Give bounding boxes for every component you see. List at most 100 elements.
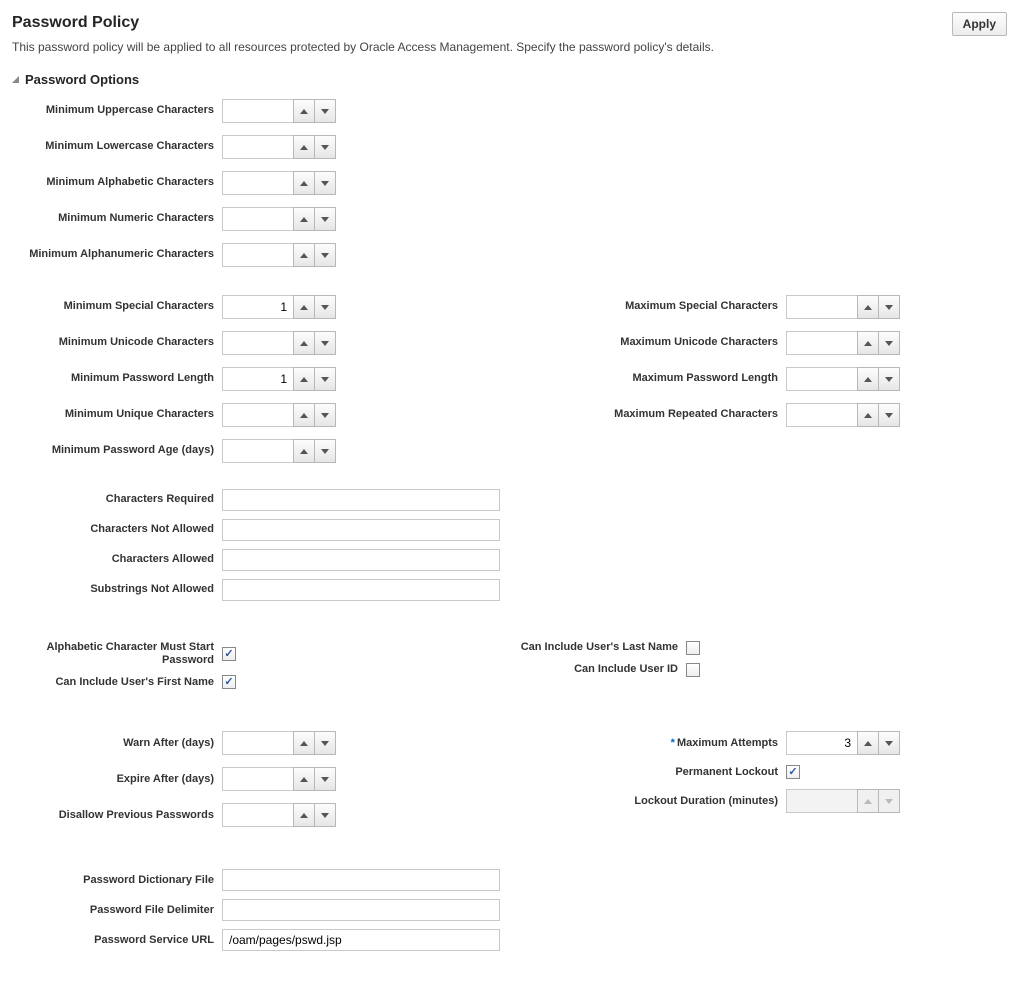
chevron-down-icon[interactable] (314, 803, 336, 827)
spinner-max-special[interactable] (786, 295, 900, 319)
spinner-min-unicode[interactable] (222, 331, 336, 355)
spinner-min-special[interactable] (222, 295, 336, 319)
spinner-min-alnum[interactable] (222, 243, 336, 267)
chevron-up-icon[interactable] (857, 331, 879, 355)
spinner-warn-after[interactable] (222, 731, 336, 755)
chevron-down-icon[interactable] (314, 295, 336, 319)
spinner-min-lowercase[interactable] (222, 135, 336, 159)
chevron-up-icon[interactable] (857, 731, 879, 755)
min-special-input[interactable] (222, 295, 294, 319)
chevron-up-icon[interactable] (293, 367, 315, 391)
spinner-expire-after[interactable] (222, 767, 336, 791)
chevron-up-icon[interactable] (293, 207, 315, 231)
chevron-down-icon[interactable] (314, 135, 336, 159)
apply-button[interactable]: Apply (952, 12, 1007, 36)
chars-required-input[interactable] (222, 489, 500, 511)
chevron-down-icon[interactable] (314, 767, 336, 791)
spinner-min-unique[interactable] (222, 403, 336, 427)
chevron-up-icon[interactable] (293, 403, 315, 427)
chevron-up-icon[interactable] (293, 171, 315, 195)
label-max-special: Maximum Special Characters (486, 300, 786, 313)
disallow-previous-input[interactable] (222, 803, 294, 827)
max-length-input[interactable] (786, 367, 858, 391)
file-delimiter-input[interactable] (222, 899, 500, 921)
label-max-attempts: *Maximum Attempts (486, 737, 786, 750)
section-password-options[interactable]: Password Options (12, 72, 1007, 87)
spinner-max-length[interactable] (786, 367, 900, 391)
min-lowercase-input[interactable] (222, 135, 294, 159)
chevron-up-icon[interactable] (293, 331, 315, 355)
label-service-url: Password Service URL (12, 934, 222, 947)
expire-after-input[interactable] (222, 767, 294, 791)
label-expire-after: Expire After (days) (12, 773, 222, 786)
spinner-lockout-duration (786, 789, 900, 813)
chevron-up-icon[interactable] (293, 99, 315, 123)
min-unicode-input[interactable] (222, 331, 294, 355)
chevron-up-icon[interactable] (293, 295, 315, 319)
chevron-down-icon[interactable] (878, 295, 900, 319)
min-uppercase-input[interactable] (222, 99, 294, 123)
max-repeated-input[interactable] (786, 403, 858, 427)
label-max-unicode: Maximum Unicode Characters (486, 336, 786, 349)
min-age-input[interactable] (222, 439, 294, 463)
chevron-up-icon[interactable] (857, 403, 879, 427)
label-dictionary-file: Password Dictionary File (12, 874, 222, 887)
spinner-min-uppercase[interactable] (222, 99, 336, 123)
warn-after-input[interactable] (222, 731, 294, 755)
spinner-max-unicode[interactable] (786, 331, 900, 355)
chevron-up-icon[interactable] (293, 135, 315, 159)
chevron-down-icon[interactable] (314, 367, 336, 391)
chevron-up-icon[interactable] (293, 803, 315, 827)
spinner-min-length[interactable] (222, 367, 336, 391)
chevron-down-icon[interactable] (878, 403, 900, 427)
can-include-last-name-checkbox[interactable] (686, 641, 700, 655)
chevron-up-icon[interactable] (293, 243, 315, 267)
min-unique-input[interactable] (222, 403, 294, 427)
chars-allowed-input[interactable] (222, 549, 500, 571)
permanent-lockout-checkbox[interactable] (786, 765, 800, 779)
label-alpha-must-start: Alphabetic Character Must Start Password (12, 641, 222, 667)
spinner-min-alpha[interactable] (222, 171, 336, 195)
chevron-up-icon[interactable] (857, 367, 879, 391)
min-alnum-input[interactable] (222, 243, 294, 267)
spinner-min-numeric[interactable] (222, 207, 336, 231)
chevron-down-icon[interactable] (314, 207, 336, 231)
max-unicode-input[interactable] (786, 331, 858, 355)
dictionary-file-input[interactable] (222, 869, 500, 891)
chevron-down-icon[interactable] (314, 731, 336, 755)
can-include-user-id-checkbox[interactable] (686, 663, 700, 677)
chevron-down-icon[interactable] (314, 331, 336, 355)
label-min-unique: Minimum Unique Characters (12, 408, 222, 421)
chevron-up-icon (857, 789, 879, 813)
label-min-lowercase: Minimum Lowercase Characters (12, 140, 222, 153)
max-special-input[interactable] (786, 295, 858, 319)
chars-not-allowed-input[interactable] (222, 519, 500, 541)
label-min-length: Minimum Password Length (12, 372, 222, 385)
chevron-up-icon[interactable] (293, 731, 315, 755)
chevron-up-icon[interactable] (857, 295, 879, 319)
spinner-min-age[interactable] (222, 439, 336, 463)
service-url-input[interactable] (222, 929, 500, 951)
chevron-up-icon[interactable] (293, 767, 315, 791)
chevron-up-icon[interactable] (293, 439, 315, 463)
chevron-down-icon[interactable] (878, 331, 900, 355)
chevron-down-icon[interactable] (878, 367, 900, 391)
chevron-down-icon[interactable] (314, 171, 336, 195)
alpha-must-start-checkbox[interactable] (222, 647, 236, 661)
chevron-down-icon[interactable] (878, 731, 900, 755)
spinner-max-repeated[interactable] (786, 403, 900, 427)
min-length-input[interactable] (222, 367, 294, 391)
spinner-max-attempts[interactable] (786, 731, 900, 755)
label-min-special: Minimum Special Characters (12, 300, 222, 313)
min-numeric-input[interactable] (222, 207, 294, 231)
label-max-length: Maximum Password Length (486, 372, 786, 385)
max-attempts-input[interactable] (786, 731, 858, 755)
chevron-down-icon[interactable] (314, 243, 336, 267)
min-alpha-input[interactable] (222, 171, 294, 195)
can-include-first-name-checkbox[interactable] (222, 675, 236, 689)
chevron-down-icon[interactable] (314, 403, 336, 427)
chevron-down-icon[interactable] (314, 439, 336, 463)
spinner-disallow-previous[interactable] (222, 803, 336, 827)
chevron-down-icon[interactable] (314, 99, 336, 123)
substrings-not-allowed-input[interactable] (222, 579, 500, 601)
